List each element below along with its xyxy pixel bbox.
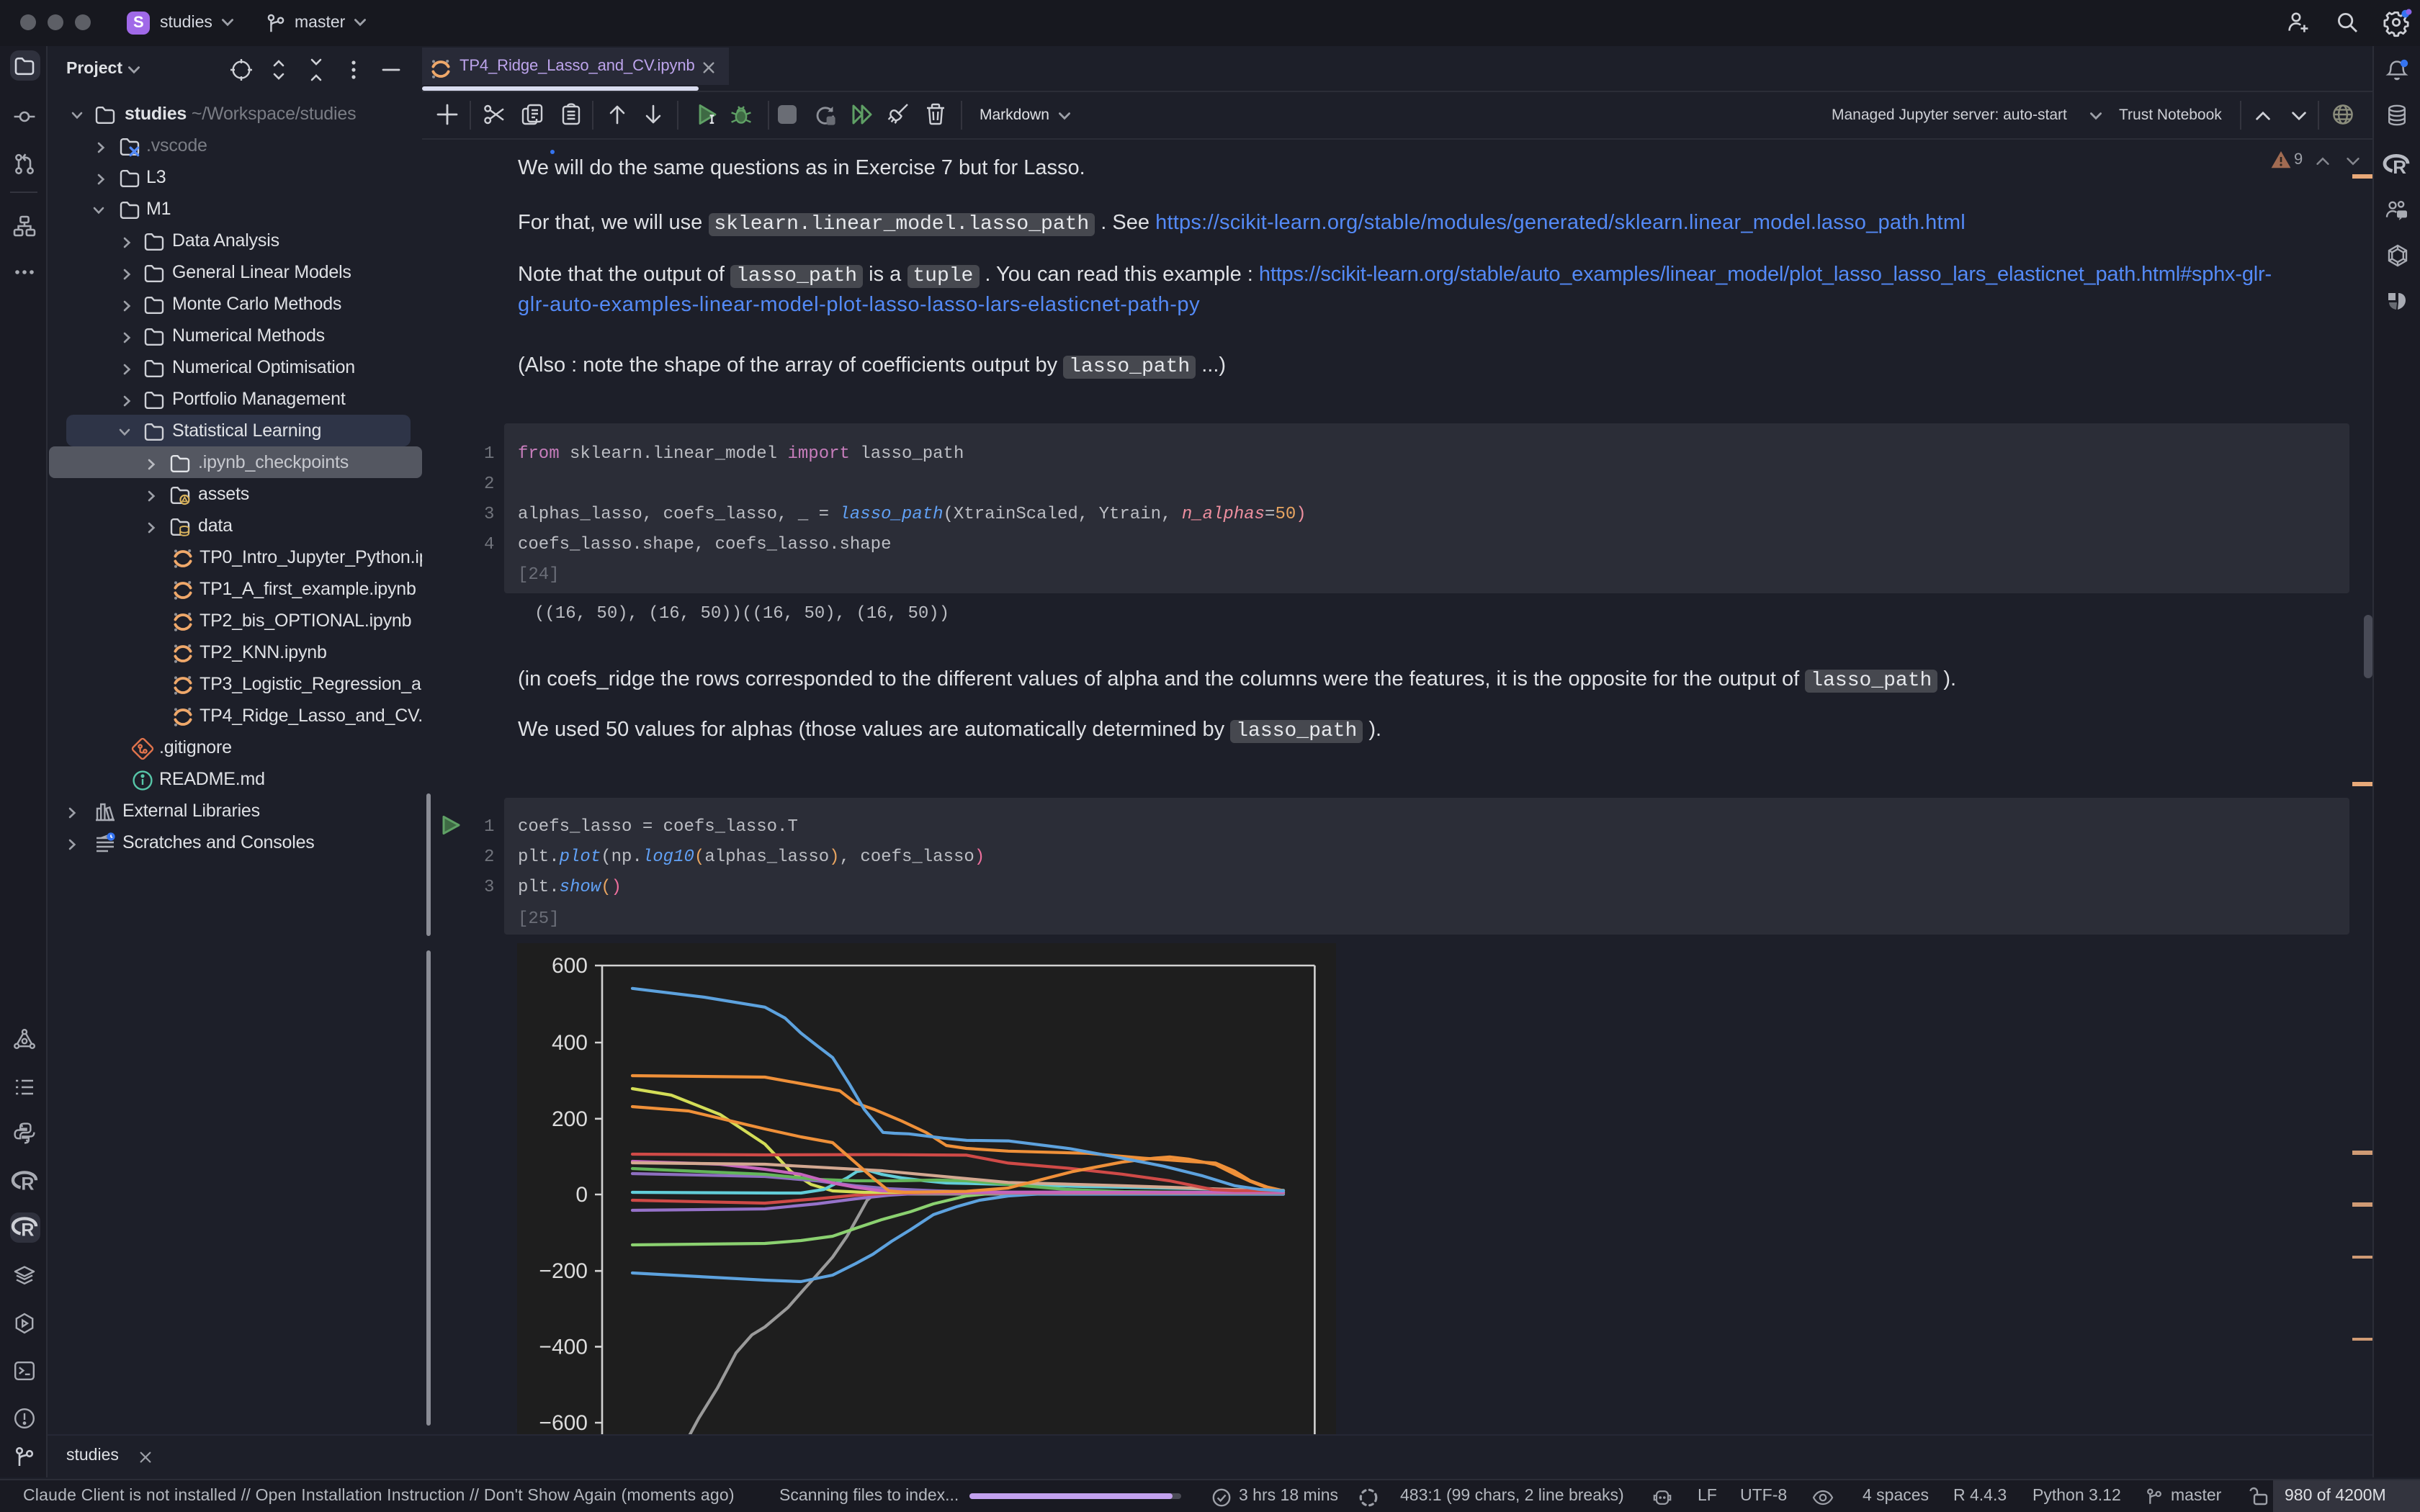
svg-text:400: 400 — [552, 1030, 588, 1054]
svg-text:−400: −400 — [539, 1334, 588, 1358]
svg-text:200: 200 — [552, 1107, 588, 1130]
svg-text:−600: −600 — [539, 1410, 588, 1434]
svg-text:R: R — [2393, 156, 2406, 178]
svg-text:R: R — [21, 1220, 34, 1241]
svg-text:0: 0 — [575, 1182, 588, 1206]
svg-text:R: R — [21, 1174, 34, 1194]
svg-text:−200: −200 — [539, 1259, 588, 1282]
svg-text:600: 600 — [552, 953, 588, 977]
